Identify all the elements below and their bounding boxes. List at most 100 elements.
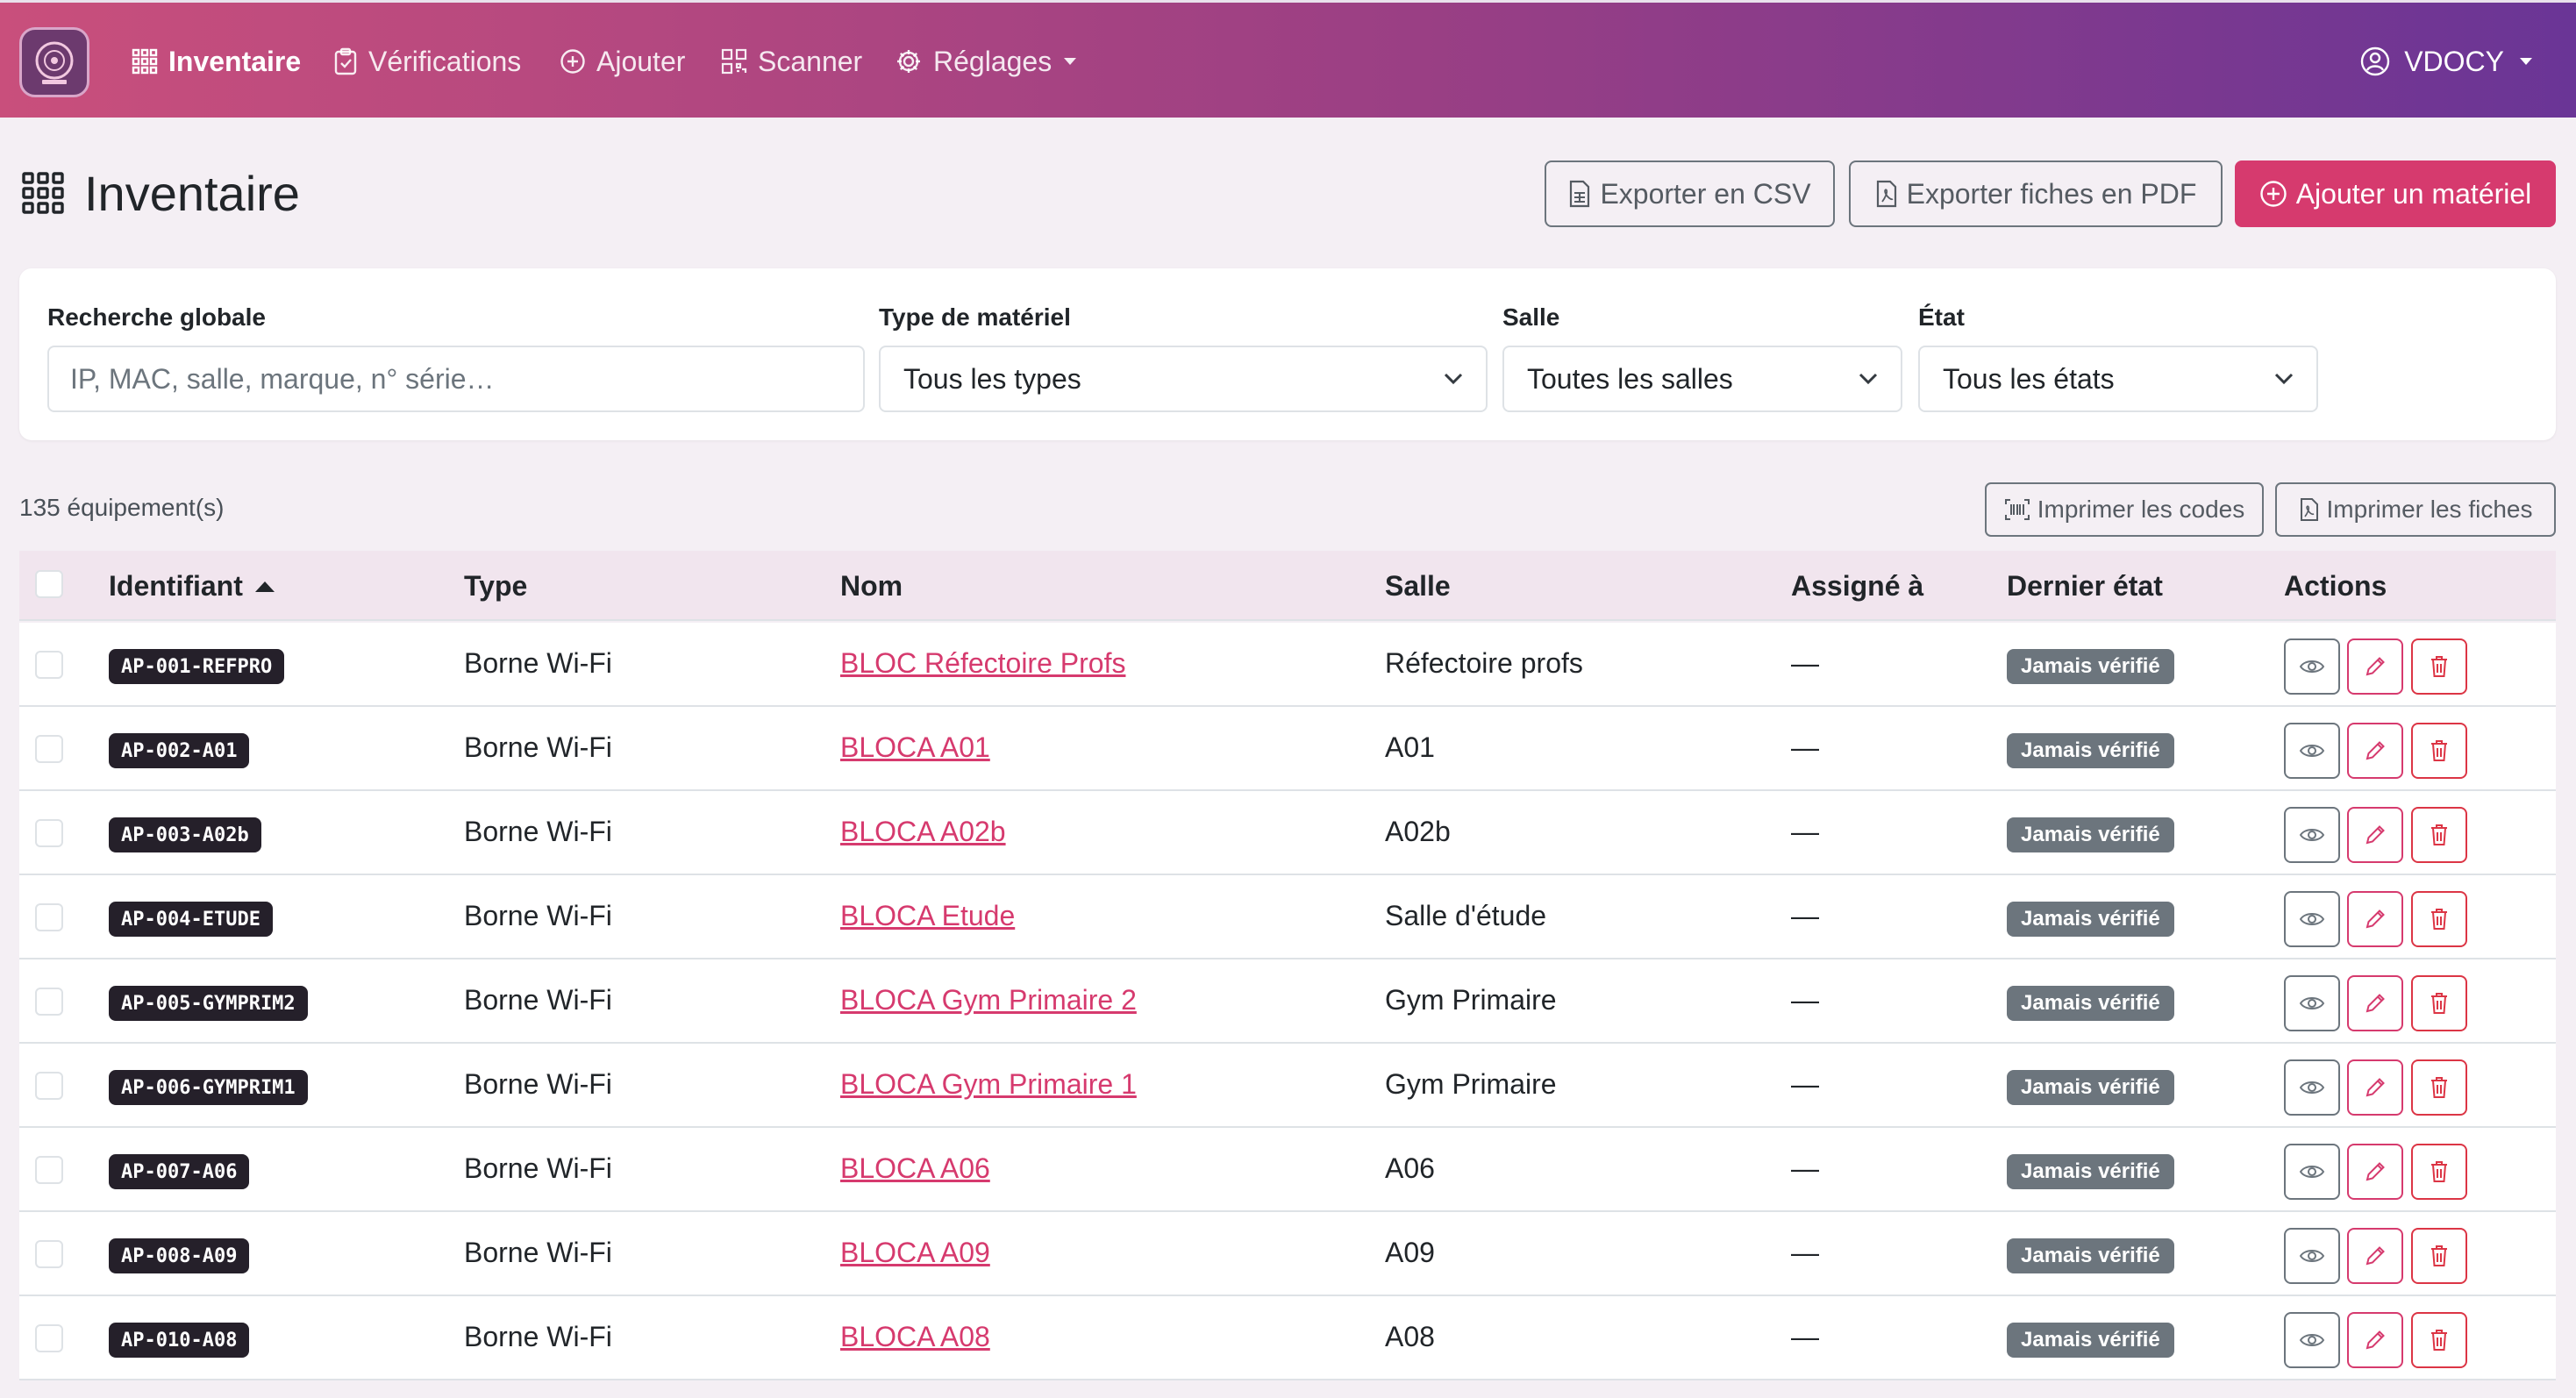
column-header-name[interactable]: Nom [840, 570, 903, 603]
equipment-count: 135 équipement(s) [19, 494, 225, 521]
identifier-badge: AP-007-A06 [109, 1154, 250, 1189]
edit-button[interactable] [2347, 1059, 2403, 1116]
pencil-icon [2365, 825, 2385, 845]
delete-button[interactable] [2411, 1144, 2467, 1200]
column-header-id[interactable]: Identifiant [109, 570, 276, 603]
row-checkbox[interactable] [35, 903, 63, 931]
room-select-value: Toutes les salles [1527, 362, 1733, 395]
plus-circle-icon [560, 49, 585, 74]
delete-button[interactable] [2411, 975, 2467, 1031]
name-link[interactable]: BLOCA A06 [840, 1152, 990, 1185]
view-button[interactable] [2284, 1059, 2340, 1116]
delete-button[interactable] [2411, 807, 2467, 863]
edit-button[interactable] [2347, 1228, 2403, 1284]
edit-button[interactable] [2347, 638, 2403, 695]
row-checkbox[interactable] [35, 1156, 63, 1184]
view-button[interactable] [2284, 891, 2340, 947]
view-button[interactable] [2284, 1144, 2340, 1200]
name-link[interactable]: BLOCA Etude [840, 900, 1015, 932]
select-all-checkbox[interactable] [35, 570, 63, 598]
row-checkbox[interactable] [35, 988, 63, 1016]
trash-icon [2431, 1330, 2447, 1351]
room-cell: A02b [1385, 816, 1451, 847]
edit-button[interactable] [2347, 891, 2403, 947]
view-button[interactable] [2284, 1312, 2340, 1368]
row-checkbox[interactable] [35, 735, 63, 763]
export-csv-label: Exporter en CSV [1600, 177, 1811, 210]
name-link[interactable]: BLOCA Gym Primaire 1 [840, 1068, 1137, 1101]
name-link[interactable]: BLOCA Gym Primaire 2 [840, 984, 1137, 1016]
room-cell: A09 [1385, 1237, 1435, 1268]
nav-item-reglages[interactable]: Réglages [895, 39, 1078, 83]
delete-button[interactable] [2411, 638, 2467, 695]
edit-button[interactable] [2347, 1144, 2403, 1200]
print-codes-button[interactable]: Imprimer les codes [1985, 482, 2264, 537]
type-cell: Borne Wi-Fi [464, 647, 612, 679]
eye-icon [2299, 1250, 2325, 1262]
add-material-button[interactable]: Ajouter un matériel [2235, 160, 2556, 227]
name-link[interactable]: BLOCA A02b [840, 816, 1006, 848]
view-button[interactable] [2284, 723, 2340, 779]
user-menu[interactable]: VDOCY [2360, 39, 2534, 83]
app-logo[interactable] [19, 27, 89, 97]
table-row: AP-003-A02b Borne Wi-Fi BLOCA A02b A02b — Jam… [19, 791, 2556, 875]
delete-button[interactable] [2411, 1228, 2467, 1284]
row-checkbox[interactable] [35, 1240, 63, 1268]
nav-item-ajouter[interactable]: Ajouter [560, 39, 685, 83]
state-badge: Jamais vérifié [2007, 1238, 2174, 1273]
nav-item-scanner[interactable]: Scanner [721, 39, 862, 83]
table-row: AP-004-ETUDE Borne Wi-Fi BLOCA Etude Salle … [19, 875, 2556, 959]
delete-button[interactable] [2411, 723, 2467, 779]
delete-button[interactable] [2411, 1312, 2467, 1368]
room-cell: Gym Primaire [1385, 984, 1557, 1016]
sort-ascending-icon [254, 581, 275, 592]
assigned-cell: — [1791, 984, 1819, 1016]
type-filter-label: Type de matériel [879, 303, 1071, 331]
row-checkbox[interactable] [35, 1324, 63, 1352]
delete-button[interactable] [2411, 891, 2467, 947]
eye-icon [2299, 913, 2325, 925]
name-link[interactable]: BLOC Réfectoire Profs [840, 647, 1125, 680]
edit-button[interactable] [2347, 807, 2403, 863]
edit-button[interactable] [2347, 975, 2403, 1031]
nav-item-inventaire[interactable]: Inventaire [132, 39, 301, 83]
column-header-type[interactable]: Type [464, 570, 527, 603]
pencil-icon [2365, 1078, 2385, 1097]
view-button[interactable] [2284, 1228, 2340, 1284]
name-link[interactable]: BLOCA A08 [840, 1321, 990, 1353]
state-select[interactable]: Tous les états [1918, 346, 2318, 412]
delete-button[interactable] [2411, 1059, 2467, 1116]
type-select[interactable]: Tous les types [879, 346, 1488, 412]
edit-button[interactable] [2347, 723, 2403, 779]
export-pdf-button[interactable]: Exporter fiches en PDF [1849, 160, 2223, 227]
column-header-room[interactable]: Salle [1385, 570, 1451, 603]
view-button[interactable] [2284, 638, 2340, 695]
row-checkbox[interactable] [35, 819, 63, 847]
print-sheets-button[interactable]: Imprimer les fiches [2275, 482, 2556, 537]
view-button[interactable] [2284, 975, 2340, 1031]
edit-button[interactable] [2347, 1312, 2403, 1368]
type-cell: Borne Wi-Fi [464, 816, 612, 847]
export-csv-button[interactable]: Exporter en CSV [1545, 160, 1835, 227]
identifier-badge: AP-008-A09 [109, 1238, 250, 1273]
row-checkbox[interactable] [35, 1072, 63, 1100]
search-input[interactable] [47, 346, 865, 412]
column-header-state[interactable]: Dernier état [2007, 570, 2163, 603]
trash-icon [2431, 1245, 2447, 1266]
nav-item-verifications[interactable]: Vérifications [333, 39, 521, 83]
assigned-cell: — [1791, 1152, 1819, 1184]
clipboard-check-icon [334, 47, 357, 75]
name-link[interactable]: BLOCA A09 [840, 1237, 990, 1269]
row-checkbox[interactable] [35, 651, 63, 679]
identifier-badge: AP-010-A08 [109, 1323, 250, 1358]
room-cell: Salle d'étude [1385, 900, 1547, 931]
gear-icon [897, 50, 920, 73]
trash-icon [2431, 909, 2447, 930]
view-button[interactable] [2284, 807, 2340, 863]
column-header-assigned[interactable]: Assigné à [1791, 570, 1923, 603]
assigned-cell: — [1791, 731, 1819, 763]
name-link[interactable]: BLOCA A01 [840, 731, 990, 764]
assigned-cell: — [1791, 1237, 1819, 1268]
logo-emblem-icon [35, 41, 74, 84]
room-select[interactable]: Toutes les salles [1502, 346, 1902, 412]
